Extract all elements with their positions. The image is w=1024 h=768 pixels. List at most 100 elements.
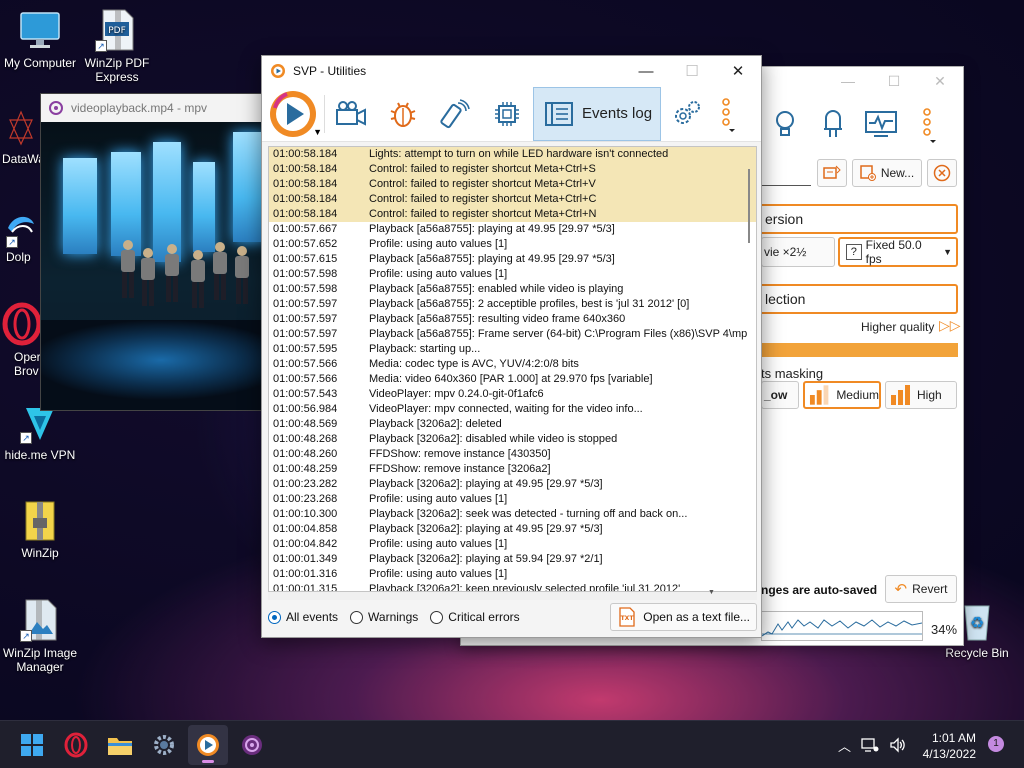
svp-menu-button[interactable]: ▼ xyxy=(262,87,324,141)
svp-utilities-title-bar[interactable]: SVP - Utilities — ☐ ✕ xyxy=(262,56,761,86)
led-icon[interactable] xyxy=(809,100,857,148)
version-section-button[interactable]: ersion xyxy=(759,204,958,234)
desktop-icon-winzip-pdf[interactable]: PDF ↗ WinZip PDF Express xyxy=(77,8,157,84)
taskbar-file-explorer[interactable] xyxy=(100,725,140,765)
speaker-icon[interactable] xyxy=(889,737,907,753)
video-frame[interactable] xyxy=(41,122,279,410)
log-row[interactable]: 01:00:56.984 VideoPlayer: mpv connected, … xyxy=(269,402,756,417)
selection-section-button[interactable]: lection xyxy=(759,284,958,314)
log-time: 01:00:57.597 xyxy=(273,328,338,340)
log-row[interactable]: 01:00:48.259 FFDShow: remove instance [32… xyxy=(269,462,756,477)
tab-events-log[interactable]: Events log xyxy=(533,86,661,141)
taskbar-settings[interactable] xyxy=(144,725,184,765)
filter-all-events[interactable]: All events xyxy=(268,610,338,624)
system-tray: ︿ xyxy=(838,721,907,768)
log-row[interactable]: 01:00:57.667 Playback [a56a8755]: playing… xyxy=(269,222,756,237)
log-row[interactable]: 01:00:57.543 VideoPlayer: mpv 0.24.0-git-… xyxy=(269,387,756,402)
log-row[interactable]: 01:00:48.268 Playback [3206a2]: disabled … xyxy=(269,432,756,447)
log-row[interactable]: 01:00:57.598 Playback [a56a8755]: enabled… xyxy=(269,282,756,297)
profile-edit-button[interactable] xyxy=(817,159,847,187)
delete-profile-button[interactable] xyxy=(927,159,957,187)
minimize-icon[interactable]: — xyxy=(825,73,871,89)
chevron-up-icon[interactable]: ︿ xyxy=(838,736,851,755)
filter-warnings[interactable]: Warnings xyxy=(350,610,418,624)
open-as-text-file-button[interactable]: TXT Open as a text file... xyxy=(610,603,757,631)
taskbar-mpv[interactable] xyxy=(232,725,272,765)
log-message: Playback [a56a8755]: enabled while video… xyxy=(369,283,624,295)
masking-high-button[interactable]: High xyxy=(885,381,957,409)
log-row[interactable]: 01:00:58.184 Control: failed to register … xyxy=(269,207,756,222)
svp-utilities-window[interactable]: SVP - Utilities — ☐ ✕ ▼ Events log 01:00… xyxy=(261,55,762,638)
more-menu-icon[interactable] xyxy=(905,100,953,148)
new-profile-button[interactable]: New... xyxy=(852,159,922,187)
svg-text:♻: ♻ xyxy=(970,613,984,632)
desktop-icon-winzip[interactable]: WinZip xyxy=(0,500,80,560)
mpv-window[interactable]: videoplayback.mp4 - mpv xyxy=(40,93,280,411)
log-row[interactable]: 01:00:57.615 Playback [a56a8755]: playing… xyxy=(269,252,756,267)
log-row[interactable]: 01:00:01.316 Profile: using auto values [… xyxy=(269,567,756,582)
tab-hardware[interactable] xyxy=(481,87,533,141)
scrollbar-thumb[interactable] xyxy=(748,169,750,243)
close-icon[interactable]: ✕ xyxy=(917,73,963,90)
close-button[interactable]: ✕ xyxy=(715,56,761,86)
filter-critical-errors-label: Critical errors xyxy=(448,610,520,624)
log-row[interactable]: 01:00:57.566 Media: codec type is AVC, YU… xyxy=(269,357,756,372)
log-row[interactable]: 01:00:48.260 FFDShow: remove instance [43… xyxy=(269,447,756,462)
log-row[interactable]: 01:00:58.184 Control: failed to register … xyxy=(269,177,756,192)
log-row[interactable]: 01:00:58.184 Control: failed to register … xyxy=(269,192,756,207)
notification-badge[interactable]: 1 xyxy=(988,736,1004,752)
monitor-pulse-icon[interactable] xyxy=(857,100,905,148)
taskbar-clock[interactable]: 1:01 AM 4/13/2022 xyxy=(914,730,976,762)
log-row[interactable]: 01:00:58.184 Control: failed to register … xyxy=(269,162,756,177)
log-row[interactable]: 01:00:57.566 Media: video 640x360 [PAR 1.… xyxy=(269,372,756,387)
log-row[interactable]: 01:00:04.858 Playback [3206a2]: playing a… xyxy=(269,522,756,537)
log-row[interactable]: 01:00:10.300 Playback [3206a2]: seek was … xyxy=(269,507,756,522)
start-button[interactable] xyxy=(12,725,52,765)
log-row[interactable]: 01:00:58.184 Lights: attempt to turn on w… xyxy=(269,147,756,162)
movie-mode-button[interactable]: vie ×2½ xyxy=(761,237,835,267)
video-camera-icon xyxy=(336,100,366,126)
masking-medium-button[interactable]: Medium xyxy=(803,381,881,409)
network-icon[interactable] xyxy=(861,737,879,753)
log-horizontal-scrollbar[interactable]: ▼ xyxy=(268,589,757,600)
filter-critical-errors[interactable]: Critical errors xyxy=(430,610,520,624)
tab-settings[interactable] xyxy=(661,87,713,141)
fixed-fps-dropdown[interactable]: ? Fixed 50.0 fps ▼ xyxy=(838,237,958,267)
desktop-icon-my-computer[interactable]: My Computer xyxy=(0,8,80,70)
taskbar-opera[interactable] xyxy=(56,725,96,765)
revert-button[interactable]: ↶ Revert xyxy=(885,575,957,603)
masking-low-button[interactable]: _ow xyxy=(761,381,799,409)
log-row[interactable]: 01:00:57.597 Playback [a56a8755]: 2 accep… xyxy=(269,297,756,312)
folder-icon xyxy=(108,738,132,755)
minimize-button[interactable]: — xyxy=(623,56,669,86)
log-row[interactable]: 01:00:57.597 Playback [a56a8755]: resulti… xyxy=(269,312,756,327)
log-vertical-scrollbar[interactable] xyxy=(744,149,754,589)
log-row[interactable]: 01:00:23.282 Playback [3206a2]: playing a… xyxy=(269,477,756,492)
tab-video-camera[interactable] xyxy=(325,87,377,141)
more-tabs-button[interactable] xyxy=(713,87,743,141)
desktop-icon-hideme-vpn[interactable]: ↗ hide.me VPN xyxy=(0,404,80,462)
log-row[interactable]: 01:00:01.315 Playback [3206a2]: keep prev… xyxy=(269,582,756,591)
maximize-button[interactable]: ☐ xyxy=(669,56,715,86)
log-row[interactable]: 01:00:57.598 Profile: using auto values [… xyxy=(269,267,756,282)
masking-low-label: _ow xyxy=(764,388,788,402)
lightbulb-icon[interactable] xyxy=(761,100,809,148)
events-log-list[interactable]: 01:00:58.184 Lights: attempt to turn on w… xyxy=(268,146,757,592)
log-time: 01:00:57.598 xyxy=(273,283,338,295)
taskbar-svp[interactable] xyxy=(188,725,228,765)
desktop-icon-winzip-image-manager[interactable]: ↗ WinZip Image Manager xyxy=(0,598,80,674)
log-row[interactable]: 01:00:01.349 Playback [3206a2]: playing a… xyxy=(269,552,756,567)
txt-file-icon: TXT xyxy=(619,607,635,627)
log-row[interactable]: 01:00:57.597 Playback [a56a8755]: Frame s… xyxy=(269,327,756,342)
mpv-title-bar[interactable]: videoplayback.mp4 - mpv xyxy=(41,94,279,122)
tab-debug[interactable] xyxy=(377,87,429,141)
log-row[interactable]: 01:00:23.268 Profile: using auto values [… xyxy=(269,492,756,507)
log-row[interactable]: 01:00:57.652 Profile: using auto values [… xyxy=(269,237,756,252)
chevron-down-icon: ▼ xyxy=(313,126,322,137)
log-row[interactable]: 01:00:57.595 Playback: starting up... xyxy=(269,342,756,357)
log-row[interactable]: 01:00:04.842 Profile: using auto values [… xyxy=(269,537,756,552)
scroll-down-arrow-icon[interactable]: ▼ xyxy=(708,589,715,596)
tab-remote-control[interactable] xyxy=(429,87,481,141)
log-row[interactable]: 01:00:48.569 Playback [3206a2]: deleted xyxy=(269,417,756,432)
maximize-icon[interactable]: ☐ xyxy=(871,73,917,90)
